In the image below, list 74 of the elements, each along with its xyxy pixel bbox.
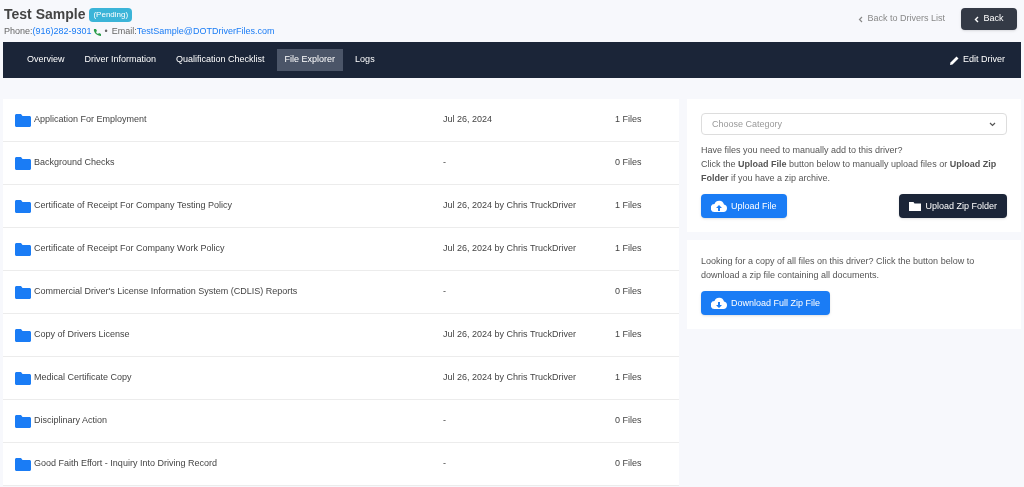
folder-icon	[15, 199, 31, 213]
file-count: 0 Files	[615, 414, 642, 428]
folder-name: Certificate of Receipt For Company Testing Policy	[34, 199, 232, 213]
email-link[interactable]: TestSample@DOTDriverFiles.com	[136, 25, 275, 39]
folder-icon	[15, 414, 31, 428]
file-count: 0 Files	[615, 457, 642, 471]
folder-icon	[15, 371, 31, 385]
folder-icon	[15, 457, 31, 471]
cloud-upload-icon	[711, 200, 727, 212]
edit-driver-button[interactable]: Edit Driver	[950, 53, 1005, 67]
nav-tab[interactable]: Driver Information	[76, 49, 165, 71]
phone-label: Phone:	[4, 25, 33, 38]
nav-tab[interactable]: File Explorer	[276, 49, 344, 71]
folder-row[interactable]: Certificate of Receipt For Company Testing Policy Jul 26, 2024 by Chris TruckDriver 1 Files	[3, 185, 679, 228]
updated-date: -	[443, 156, 447, 170]
updated-date: -	[443, 285, 447, 299]
folder-icon	[15, 285, 31, 299]
folder-icon	[15, 156, 31, 170]
folder-name: Disciplinary Action	[34, 414, 108, 428]
phone-icon	[92, 27, 101, 36]
folder-name: Medical Certificate Copy	[34, 371, 132, 385]
pencil-icon	[950, 55, 959, 65]
folder-row[interactable]: Certificate of Receipt For Company Work Policy Jul 26, 2024 by Chris TruckDriver 1 Files	[3, 228, 679, 271]
chevron-left-icon	[858, 15, 864, 23]
driver-name: Test Sample	[4, 5, 86, 24]
upload-instructions: Click the Upload File button below to manually upload files or Upload Zip Folder if you have a zip archive.	[701, 158, 998, 185]
folder-name: Application For Employment	[34, 113, 147, 127]
file-count: 1 Files	[615, 328, 642, 342]
updated-date: Jul 26, 2024	[443, 113, 494, 127]
folder-row[interactable]: Medical Certificate Copy Jul 26, 2024 by Chris TruckDriver 1 Files	[3, 357, 679, 400]
folder-row[interactable]: Background Checks - 0 Files	[3, 142, 679, 185]
nav-tab[interactable]: Qualification Checklist	[168, 49, 273, 71]
upload-intro: Have files you need to manually add to this driver?	[701, 144, 904, 157]
status-badge: (Pending)	[89, 7, 133, 22]
file-count: 1 Files	[615, 199, 642, 213]
folder-row[interactable]: Good Faith Effort - Inquiry Into Driving Record - 0 Files	[3, 443, 679, 486]
updated-date: -	[443, 414, 447, 428]
upload-file-button[interactable]: Upload File	[701, 194, 787, 218]
folder-name: Commercial Driver's License Information System (CDLIS) Reports	[34, 285, 298, 299]
download-text: Looking for a copy of all files on this driver? Click the button below to download a zip file containing all documents.	[701, 255, 976, 282]
file-count: 1 Files	[615, 371, 642, 385]
chevron-left-icon	[974, 15, 980, 23]
folder-name: Background Checks	[34, 156, 115, 170]
file-count: 0 Files	[615, 285, 642, 299]
folder-row[interactable]: Commercial Driver's License Information System (CDLIS) Reports - 0 Files	[3, 271, 679, 314]
upload-zip-button[interactable]: Upload Zip Folder	[899, 194, 1007, 218]
updated-date: -	[443, 457, 447, 471]
updated-date: Jul 26, 2024 by Chris TruckDriver	[443, 371, 578, 385]
nav-tab[interactable]: Logs	[347, 49, 383, 71]
email-label: Email:	[111, 25, 137, 38]
folder-name: Copy of Drivers License	[34, 328, 130, 342]
cloud-download-icon	[711, 297, 727, 309]
phone-link[interactable]: (916)282-9301	[32, 25, 92, 39]
folder-icon	[15, 328, 31, 342]
download-zip-button[interactable]: Download Full Zip File	[701, 291, 831, 315]
folder-icon	[909, 201, 922, 211]
back-button[interactable]: Back	[961, 8, 1017, 30]
separator: •	[104, 25, 108, 38]
folder-name: Good Faith Effort - Inquiry Into Driving Record	[34, 457, 217, 471]
back-to-list-link[interactable]: Back to Drivers List	[858, 12, 945, 26]
folder-row[interactable]: Copy of Drivers License Jul 26, 2024 by Chris TruckDriver 1 Files	[3, 314, 679, 357]
folder-name: Certificate of Receipt For Company Work Policy	[34, 242, 225, 256]
chevron-down-icon	[989, 121, 996, 127]
updated-date: Jul 26, 2024 by Chris TruckDriver	[443, 199, 578, 213]
file-count: 0 Files	[615, 156, 642, 170]
folder-row[interactable]: Disciplinary Action - 0 Files	[3, 400, 679, 443]
updated-date: Jul 26, 2024 by Chris TruckDriver	[443, 328, 578, 342]
file-count: 1 Files	[615, 242, 642, 256]
updated-date: Jul 26, 2024 by Chris TruckDriver	[443, 242, 578, 256]
folder-row[interactable]: Application For Employment Jul 26, 2024 1 Files	[3, 99, 679, 142]
folder-icon	[15, 113, 31, 127]
folder-icon	[15, 242, 31, 256]
file-count: 1 Files	[615, 113, 642, 127]
nav-tab[interactable]: Overview	[19, 49, 73, 71]
